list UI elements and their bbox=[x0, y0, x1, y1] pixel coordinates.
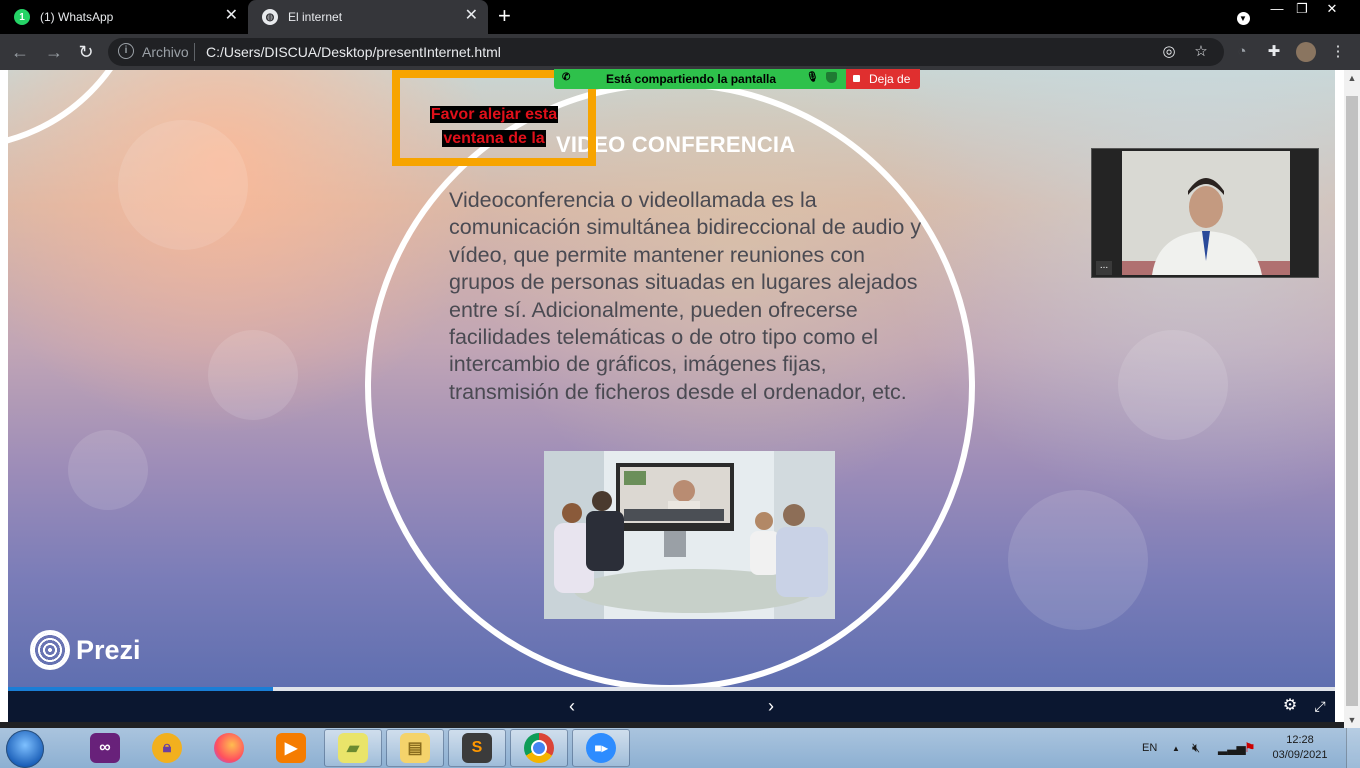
page-scrollbar[interactable]: ▲ ▼ bbox=[1344, 70, 1360, 728]
stop-icon bbox=[853, 75, 860, 82]
bokeh-decoration bbox=[1008, 490, 1148, 630]
close-window-button[interactable]: ✕ bbox=[1318, 0, 1346, 20]
bokeh-decoration bbox=[118, 120, 248, 250]
share-status-text: Está compartiendo la pantalla bbox=[606, 72, 777, 86]
scroll-down-arrow-icon[interactable]: ▼ bbox=[1344, 712, 1360, 728]
taskbar-keepass[interactable]: 🔒︎ bbox=[138, 729, 196, 767]
tab-whatsapp[interactable]: 1 (1) WhatsApp ✕ bbox=[0, 0, 248, 34]
media-player-icon: ▶ bbox=[276, 733, 306, 763]
tab-title: (1) WhatsApp bbox=[40, 10, 114, 24]
tab-search-icon[interactable]: ▼ bbox=[1228, 8, 1258, 28]
decorative-circle bbox=[8, 70, 148, 150]
taskbar-sublime-text[interactable]: S bbox=[448, 729, 506, 767]
mic-off-icon[interactable]: 🎙︎ bbox=[806, 72, 819, 83]
taskbar-chrome[interactable] bbox=[510, 729, 568, 767]
divider bbox=[194, 43, 195, 61]
puzzle-extensions-icon[interactable]: ✚ bbox=[1264, 42, 1284, 62]
back-button[interactable]: ← bbox=[8, 40, 32, 64]
presentation-controls: ‹ › ⚙ ⤢ bbox=[8, 691, 1335, 722]
reload-button[interactable]: ↻ bbox=[74, 40, 98, 64]
volume-muted-icon[interactable]: 🔇︎ bbox=[1192, 728, 1200, 768]
clock-date: 03/09/2021 bbox=[1272, 749, 1328, 761]
show-desktop-button[interactable] bbox=[1346, 728, 1360, 768]
taskbar-media-player[interactable]: ▶ bbox=[262, 729, 320, 767]
address-bar[interactable]: i Archivo C:/Users/DISCUA/Desktop/presen… bbox=[108, 38, 1224, 66]
menu-kebab-icon[interactable]: ⋮ bbox=[1328, 42, 1348, 62]
shield-icon bbox=[826, 72, 837, 83]
globe-icon: ◍ bbox=[262, 9, 278, 25]
new-tab-button[interactable]: + bbox=[498, 4, 511, 28]
next-step-button[interactable]: › bbox=[760, 695, 782, 717]
bookmark-star-icon[interactable]: ☆ bbox=[1191, 42, 1211, 62]
visual-studio-icon: ∞ bbox=[90, 733, 120, 763]
fullscreen-icon[interactable]: ⤢ bbox=[1309, 695, 1331, 717]
prezi-logo: Prezi bbox=[30, 630, 141, 670]
chrome-icon bbox=[524, 733, 554, 763]
camera-feed bbox=[1122, 151, 1290, 275]
clock-time: 12:28 bbox=[1286, 734, 1314, 746]
firefox-icon bbox=[214, 733, 244, 763]
settings-gear-icon[interactable]: ⚙ bbox=[1279, 695, 1301, 717]
tab-title: El internet bbox=[288, 10, 343, 24]
browser-toolbar: ← → ↻ i Archivo C:/Users/DISCUA/Desktop/… bbox=[0, 34, 1360, 70]
taskbar-sticky-notes[interactable]: ▰ bbox=[324, 729, 382, 767]
taskbar-file-explorer[interactable]: ▤ bbox=[386, 729, 444, 767]
taskbar-firefox[interactable] bbox=[200, 729, 258, 767]
videoconference-photo bbox=[544, 451, 835, 619]
keepass-icon: 🔒︎ bbox=[152, 733, 182, 763]
restore-button[interactable]: ❐ bbox=[1287, 0, 1317, 20]
action-center-flag-icon[interactable]: ⚑ bbox=[1244, 728, 1256, 768]
url-text[interactable]: C:/Users/DISCUA/Desktop/presentInternet.… bbox=[206, 44, 501, 60]
tab-el-internet[interactable]: ◍ El internet ✕ bbox=[248, 0, 488, 34]
network-signal-icon[interactable]: ▂▃▅ bbox=[1218, 728, 1246, 768]
close-tab-icon[interactable]: ✕ bbox=[465, 8, 478, 24]
screen-share-banner[interactable]: ✆ Está compartiendo la pantalla 🎙︎ bbox=[554, 69, 846, 89]
bokeh-decoration bbox=[208, 330, 298, 420]
scroll-up-arrow-icon[interactable]: ▲ bbox=[1344, 70, 1360, 86]
sticky-notes-icon: ▰ bbox=[338, 733, 368, 763]
close-tab-icon[interactable]: ✕ bbox=[225, 8, 238, 24]
avatar[interactable] bbox=[1296, 42, 1316, 62]
show-hidden-icons-arrow-icon[interactable]: ▲ bbox=[1172, 728, 1180, 768]
share-notice-text: Favor alejar esta ventana de la bbox=[429, 106, 559, 147]
scrollbar-thumb[interactable] bbox=[1346, 96, 1358, 706]
whatsapp-icon: 1 bbox=[14, 9, 30, 25]
previous-step-button[interactable]: ‹ bbox=[561, 695, 583, 717]
tab-strip: 1 (1) WhatsApp ✕ ◍ El internet ✕ + ▼ — ❐… bbox=[0, 0, 1360, 34]
slide-body-text: Videoconferencia o videollamada es la co… bbox=[449, 188, 922, 404]
bokeh-decoration bbox=[1118, 330, 1228, 440]
system-clock[interactable]: 12:28 03/09/2021 bbox=[1268, 733, 1332, 763]
camera-menu-button[interactable]: ... bbox=[1096, 261, 1112, 275]
info-icon[interactable]: i bbox=[118, 43, 134, 59]
sublime-text-icon: S bbox=[462, 733, 492, 763]
tracking-eye-off-icon[interactable]: ◎ bbox=[1159, 42, 1179, 62]
file-explorer-icon: ▤ bbox=[400, 733, 430, 763]
taskbar-visual-studio[interactable]: ∞ bbox=[76, 729, 134, 767]
language-indicator[interactable]: EN bbox=[1142, 728, 1157, 768]
stop-sharing-button[interactable]: Deja de bbox=[846, 69, 920, 89]
extension-icon[interactable]: ◔ bbox=[1232, 42, 1252, 62]
phone-icon: ✆ bbox=[562, 72, 571, 83]
prezi-logo-icon bbox=[30, 630, 70, 670]
zoom-icon: ■▸ bbox=[586, 733, 616, 763]
camera-overlay[interactable]: ... bbox=[1091, 148, 1319, 278]
windows-taskbar: ∞ 🔒︎ ▶ ▰ ▤ S ■▸ EN ▲ 🔇︎ ▂▃▅ ⚑ 12:28 03/0… bbox=[0, 728, 1360, 768]
forward-button[interactable]: → bbox=[42, 40, 66, 64]
start-button[interactable] bbox=[6, 730, 44, 768]
taskbar-zoom[interactable]: ■▸ bbox=[572, 729, 630, 767]
bokeh-decoration bbox=[68, 430, 148, 510]
scheme-label: Archivo bbox=[142, 44, 189, 60]
